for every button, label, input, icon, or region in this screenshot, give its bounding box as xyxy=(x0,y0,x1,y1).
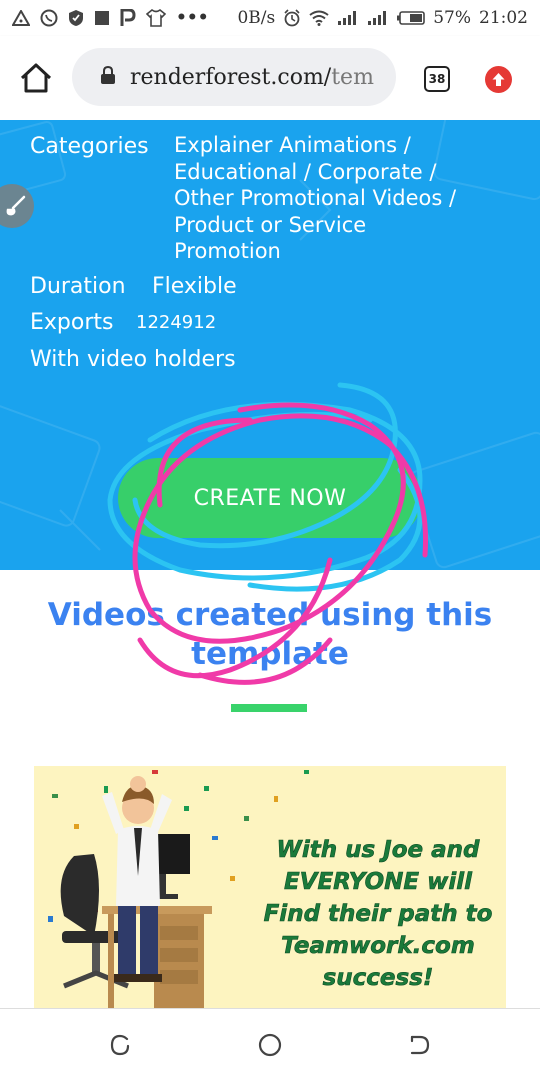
video-thumbnail[interactable]: With us Joe and EVERYONE will Find their… xyxy=(34,766,506,1008)
url-text: renderforest.com/tem xyxy=(130,65,374,90)
home-circle-icon xyxy=(258,1033,282,1057)
categories-value: Explainer Animations / Educational / Cor… xyxy=(174,132,504,265)
signal-2-icon xyxy=(367,10,389,26)
battery-percent: 57% xyxy=(433,8,471,28)
recent-apps-button[interactable] xyxy=(106,1031,134,1059)
address-bar[interactable]: renderforest.com/tem xyxy=(72,48,396,106)
home-nav-button[interactable] xyxy=(256,1031,284,1059)
parking-app-icon xyxy=(120,9,136,27)
paint-brush-icon xyxy=(6,195,26,216)
caption-line: Teamwork.com xyxy=(281,933,475,960)
triangle-notification-icon xyxy=(12,10,30,26)
create-now-button[interactable]: CREATE NOW xyxy=(118,458,422,538)
category-line: Product or Service xyxy=(174,212,367,237)
section-underline xyxy=(231,704,307,712)
caption-line: EVERYONE will xyxy=(283,869,473,896)
video-caption: With us Joe and EVERYONE will Find their… xyxy=(260,834,496,994)
category-line: Educational / Corporate / xyxy=(174,159,437,184)
category-line: Explainer Animations / xyxy=(174,133,411,157)
section-title-line-1: Videos created using this xyxy=(47,597,493,633)
wifi-icon xyxy=(309,10,329,26)
signal-1-icon xyxy=(337,10,359,26)
arrow-up-icon xyxy=(492,73,505,86)
url-path: tem xyxy=(331,64,374,90)
browser-toolbar: renderforest.com/tem 38 xyxy=(0,36,540,120)
notification-icons: ••• xyxy=(12,8,209,28)
lock-icon xyxy=(100,65,116,89)
url-domain: renderforest.com/ xyxy=(130,64,332,90)
update-button[interactable] xyxy=(485,66,512,93)
shield-icon xyxy=(68,9,84,27)
data-speed: 0B/s xyxy=(237,8,276,28)
categories-label: Categories xyxy=(30,134,149,159)
section-title: Videos created using this template xyxy=(0,596,540,674)
battery-icon xyxy=(397,11,426,25)
template-info-panel: Categories Explainer Animations / Educat… xyxy=(0,120,540,570)
tshirt-icon xyxy=(146,9,166,27)
exports-label: Exports xyxy=(30,310,114,335)
duration-value: Flexible xyxy=(152,274,237,299)
system-status: 0B/s 57% 21:02 xyxy=(237,8,528,28)
recent-apps-icon xyxy=(110,1034,130,1056)
clock: 21:02 xyxy=(479,8,528,28)
category-line: Promotion xyxy=(174,239,281,263)
back-button[interactable] xyxy=(406,1031,434,1059)
back-icon xyxy=(410,1035,430,1055)
exports-value: 1224912 xyxy=(136,312,217,333)
caption-line: With us Joe and xyxy=(276,837,480,864)
duration-label: Duration xyxy=(30,274,126,299)
section-title-line-2: template xyxy=(191,636,349,672)
tab-switcher-button[interactable]: 38 xyxy=(424,66,450,92)
more-notifications-indicator: ••• xyxy=(176,8,209,28)
home-icon xyxy=(20,63,52,93)
square-app-icon xyxy=(94,10,110,26)
category-line: Other Promotional Videos / xyxy=(174,186,457,210)
whatsapp-icon xyxy=(40,9,58,27)
caption-line: success! xyxy=(322,965,434,992)
home-button[interactable] xyxy=(18,60,54,96)
alarm-icon xyxy=(283,9,301,27)
system-navigation-bar xyxy=(0,1008,540,1081)
caption-line: Find their path to xyxy=(263,901,493,928)
status-bar: ••• 0B/s 57% 21:02 xyxy=(0,0,540,36)
video-holders-text: With video holders xyxy=(30,347,236,372)
